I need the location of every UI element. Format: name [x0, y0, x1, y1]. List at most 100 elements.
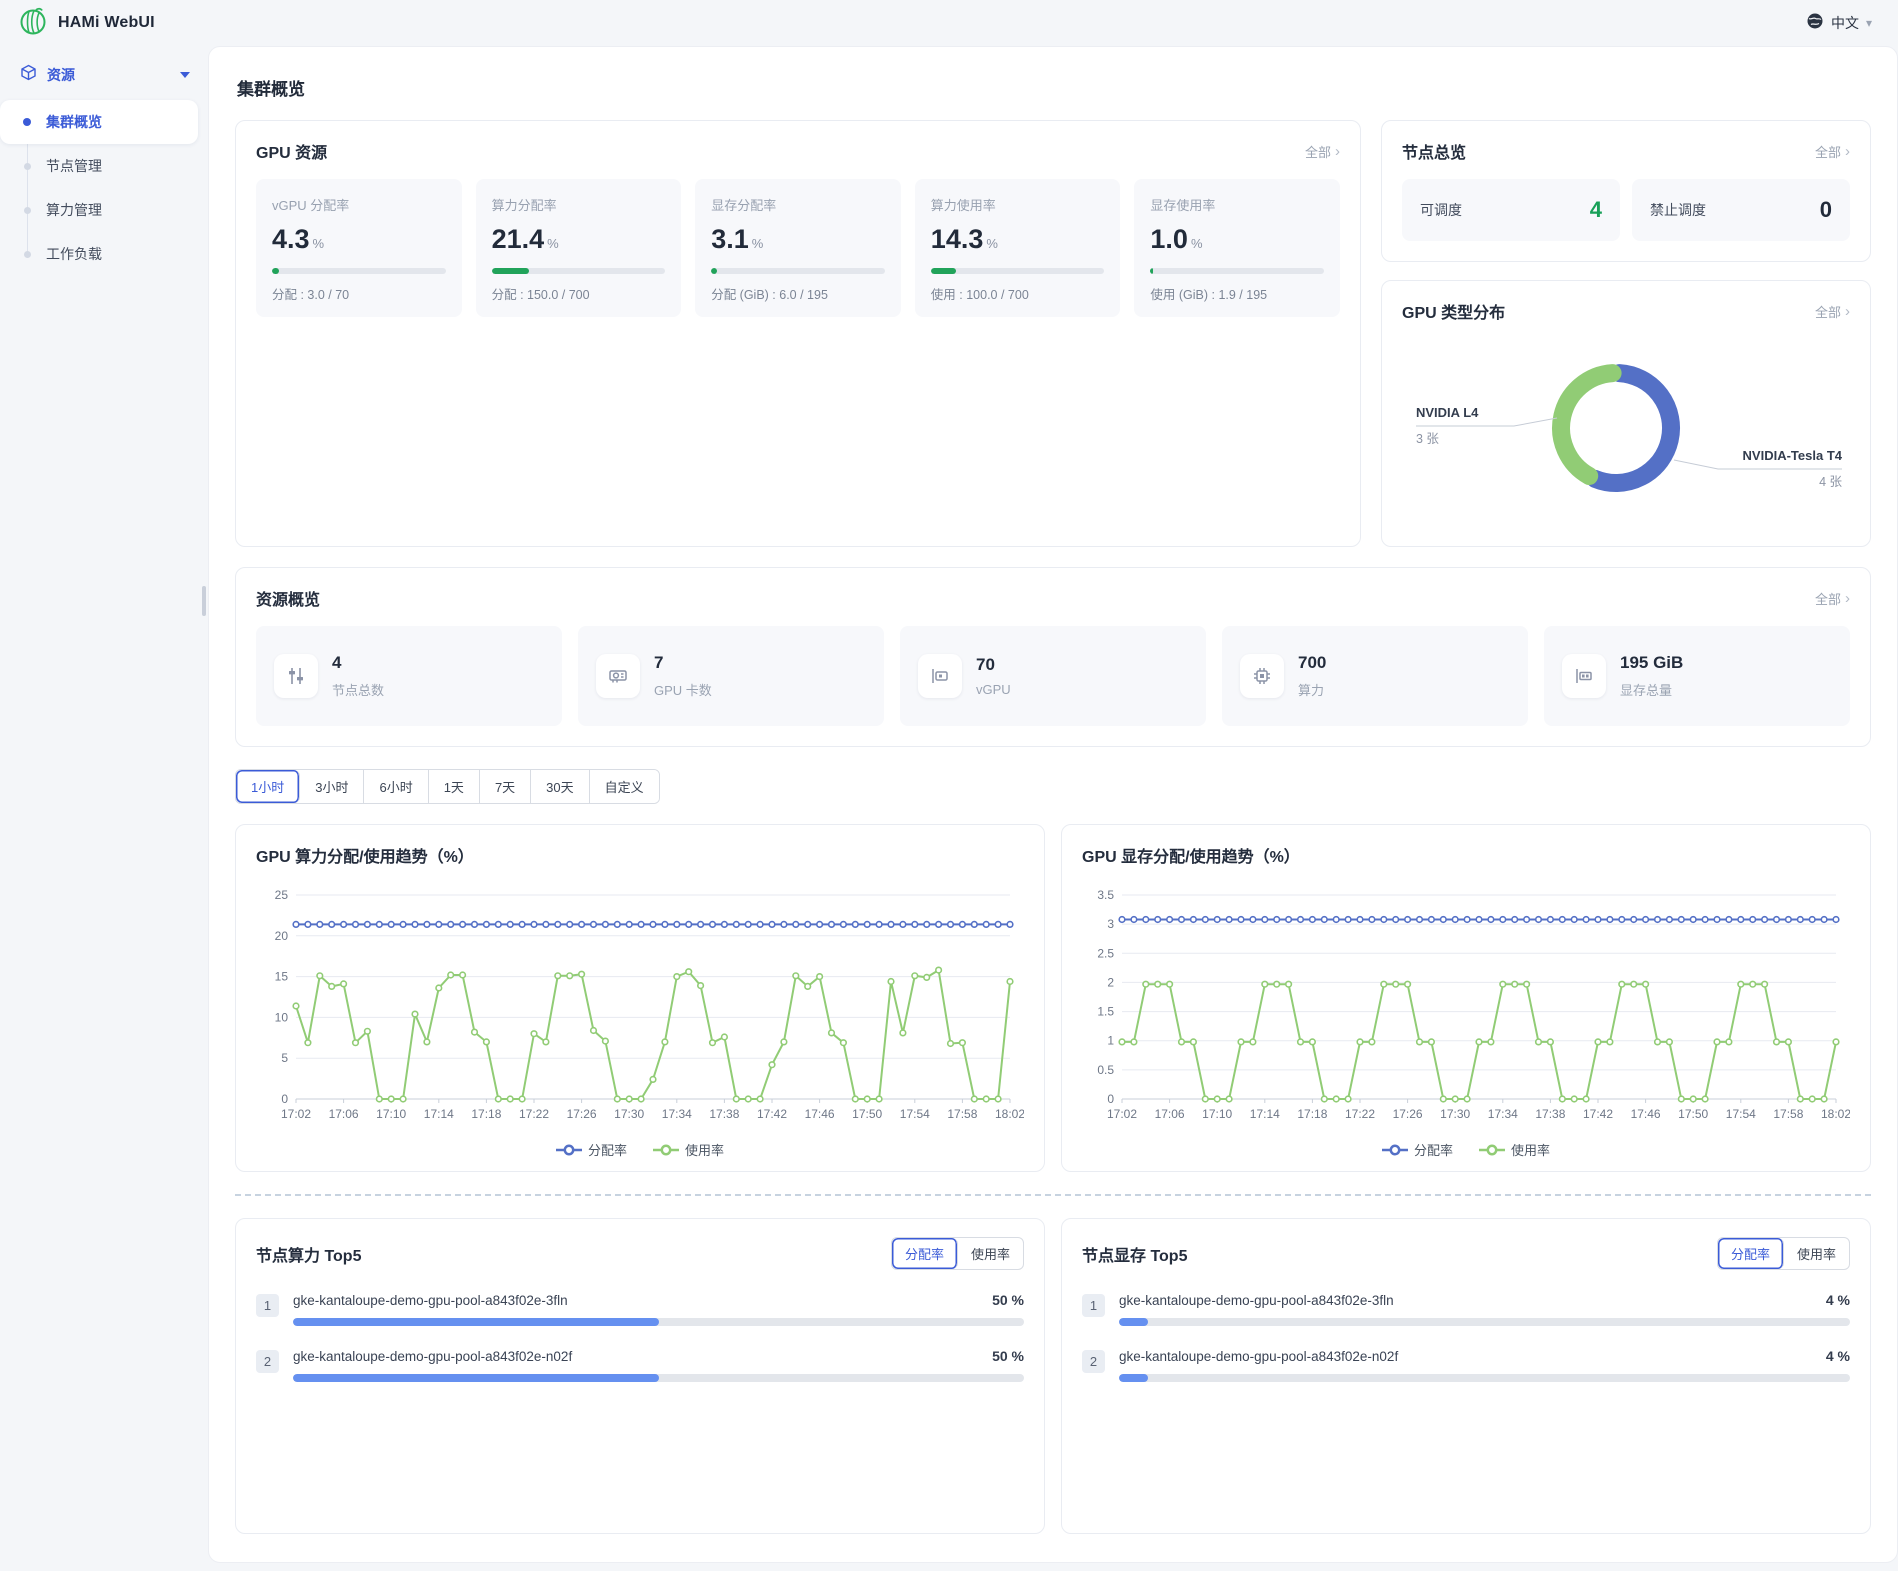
chevron-right-icon: › [1845, 304, 1850, 319]
node-value: 50 % [992, 1348, 1024, 1364]
gpu-type-more-link[interactable]: 全部 › [1815, 302, 1850, 321]
time-tab-1d[interactable]: 1天 [429, 770, 480, 803]
rank-badge: 1 [256, 1294, 279, 1317]
time-tab-30d[interactable]: 30天 [531, 770, 589, 803]
metric-value: 14.3% [931, 224, 1105, 255]
sidebar-item-cluster-overview[interactable]: 集群概览 [0, 100, 198, 144]
svg-text:17:50: 17:50 [1678, 1107, 1708, 1121]
metric-tile-vgpu-alloc: vGPU 分配率 4.3% 分配 : 3.0 / 70 [256, 179, 462, 317]
sidebar-collapse-handle[interactable] [202, 586, 206, 616]
sidebar-item-workloads[interactable]: 工作负载 [0, 232, 198, 276]
cube-icon [20, 64, 37, 86]
timeline-dot [24, 163, 31, 170]
node-memory-top5-card: 节点显存 Top5 分配率 使用率 1 gke-kantaloupe-demo-… [1061, 1218, 1871, 1534]
gpu-resources-more-link[interactable]: 全部 › [1305, 142, 1340, 161]
time-tab-1h[interactable]: 1小时 [236, 770, 300, 803]
svg-text:17:10: 17:10 [376, 1107, 406, 1121]
gpu-type-title: GPU 类型分布 [1402, 299, 1505, 323]
svg-text:17:54: 17:54 [1726, 1107, 1756, 1121]
time-tab-custom[interactable]: 自定义 [590, 770, 659, 803]
resource-overview-more-link[interactable]: 全部 › [1815, 589, 1850, 608]
legend-item-util[interactable]: 使用率 [653, 1140, 724, 1159]
toggle-util-rate[interactable]: 使用率 [1784, 1238, 1849, 1269]
sidebar-group-resources[interactable]: 资源 [0, 56, 208, 100]
metric-caption: 分配 : 150.0 / 700 [492, 284, 666, 303]
metric-caption: 使用 : 100.0 / 700 [931, 284, 1105, 303]
memory-trend-title: GPU 显存分配/使用趋势（%） [1082, 843, 1300, 867]
svg-text:3: 3 [1107, 917, 1114, 931]
svg-text:17:10: 17:10 [1202, 1107, 1232, 1121]
svg-text:2: 2 [1107, 975, 1114, 989]
svg-text:25: 25 [275, 888, 289, 902]
res-label: vGPU [976, 682, 1011, 697]
res-value: 195 GiB [1620, 653, 1683, 673]
toggle-util-rate[interactable]: 使用率 [958, 1238, 1023, 1269]
schedulable-tile: 可调度 4 [1402, 179, 1620, 241]
svg-text:17:46: 17:46 [1631, 1107, 1661, 1121]
res-tile-nodes: 4节点总数 [256, 626, 562, 726]
timeline-dot [24, 251, 31, 258]
res-tile-memory: 195 GiB显存总量 [1544, 626, 1850, 726]
svg-text:20: 20 [275, 929, 289, 943]
more-label: 全部 [1815, 302, 1841, 321]
rank-badge: 2 [256, 1350, 279, 1373]
language-selector[interactable]: 中文 ▾ [1806, 12, 1872, 35]
progress-bar [711, 268, 885, 274]
resource-overview-title: 资源概览 [256, 586, 320, 610]
svg-text:1.5: 1.5 [1097, 1005, 1114, 1019]
compute-toggle-group: 分配率 使用率 [891, 1237, 1024, 1270]
svg-text:17:50: 17:50 [852, 1107, 882, 1121]
progress-bar [293, 1374, 1024, 1382]
svg-text:17:02: 17:02 [1107, 1107, 1137, 1121]
toggle-alloc-rate[interactable]: 分配率 [892, 1238, 958, 1269]
svg-text:18:02: 18:02 [995, 1107, 1024, 1121]
gpu-type-donut-chart: NVIDIA L4 3 张 NVIDIA-Tesla T4 4 张 [1402, 329, 1852, 521]
chevron-right-icon: › [1845, 591, 1850, 606]
node-value: 4 % [1826, 1292, 1850, 1308]
node-value: 50 % [992, 1292, 1024, 1308]
svg-text:17:02: 17:02 [281, 1107, 311, 1121]
svg-text:10: 10 [275, 1010, 289, 1024]
top-bar: HAMi WebUI 中文 ▾ [0, 0, 1898, 46]
rank-badge: 1 [1082, 1294, 1105, 1317]
cordoned-label: 禁止调度 [1650, 200, 1706, 220]
legend-item-util[interactable]: 使用率 [1479, 1140, 1550, 1159]
time-tab-6h[interactable]: 6小时 [364, 770, 428, 803]
timeline-dot [24, 207, 31, 214]
sidebar-submenu: 集群概览 节点管理 算力管理 工作负载 [0, 100, 208, 276]
res-value: 7 [654, 653, 712, 673]
gpu-type-distribution-card: GPU 类型分布 全部 › NVIDIA L4 3 张 NVIDIA-Tesla… [1381, 280, 1871, 547]
svg-text:17:34: 17:34 [662, 1107, 692, 1121]
metric-caption: 使用 (GiB) : 1.9 / 195 [1150, 284, 1324, 303]
progress-bar [492, 268, 666, 274]
donut-label-t4: NVIDIA-Tesla T4 [1743, 448, 1843, 463]
time-tab-7d[interactable]: 7天 [480, 770, 531, 803]
svg-text:5: 5 [281, 1051, 288, 1065]
memory-trend-chart: 00.511.522.533.517:0217:0617:1017:1417:1… [1082, 881, 1850, 1133]
res-value: 700 [1298, 653, 1326, 673]
legend-item-alloc[interactable]: 分配率 [1382, 1140, 1453, 1159]
table-row: 2 gke-kantaloupe-demo-gpu-pool-a843f02e-… [256, 1348, 1024, 1382]
node-value: 4 % [1826, 1348, 1850, 1364]
more-label: 全部 [1815, 142, 1841, 161]
timeline-dot [23, 118, 31, 126]
node-overview-more-link[interactable]: 全部 › [1815, 142, 1850, 161]
metric-label: vGPU 分配率 [272, 195, 446, 214]
sidebar-item-compute-management[interactable]: 算力管理 [0, 188, 198, 232]
metric-caption: 分配 : 3.0 / 70 [272, 284, 446, 303]
svg-text:15: 15 [275, 970, 289, 984]
donut-label-l4: NVIDIA L4 [1416, 405, 1479, 420]
sidebar-item-node-management[interactable]: 节点管理 [0, 144, 198, 188]
res-tile-vgpu: 70vGPU [900, 626, 1206, 726]
time-tab-3h[interactable]: 3小时 [300, 770, 364, 803]
chevron-right-icon: › [1845, 144, 1850, 159]
schedulable-label: 可调度 [1420, 200, 1462, 220]
node-name: gke-kantaloupe-demo-gpu-pool-a843f02e-3f… [1119, 1293, 1394, 1308]
node-overview-title: 节点总览 [1402, 139, 1466, 163]
res-label: 节点总数 [332, 680, 384, 699]
compute-chip-icon [1240, 654, 1284, 698]
dashed-divider [235, 1194, 1871, 1196]
toggle-alloc-rate[interactable]: 分配率 [1718, 1238, 1784, 1269]
svg-text:0: 0 [281, 1092, 288, 1106]
legend-item-alloc[interactable]: 分配率 [556, 1140, 627, 1159]
